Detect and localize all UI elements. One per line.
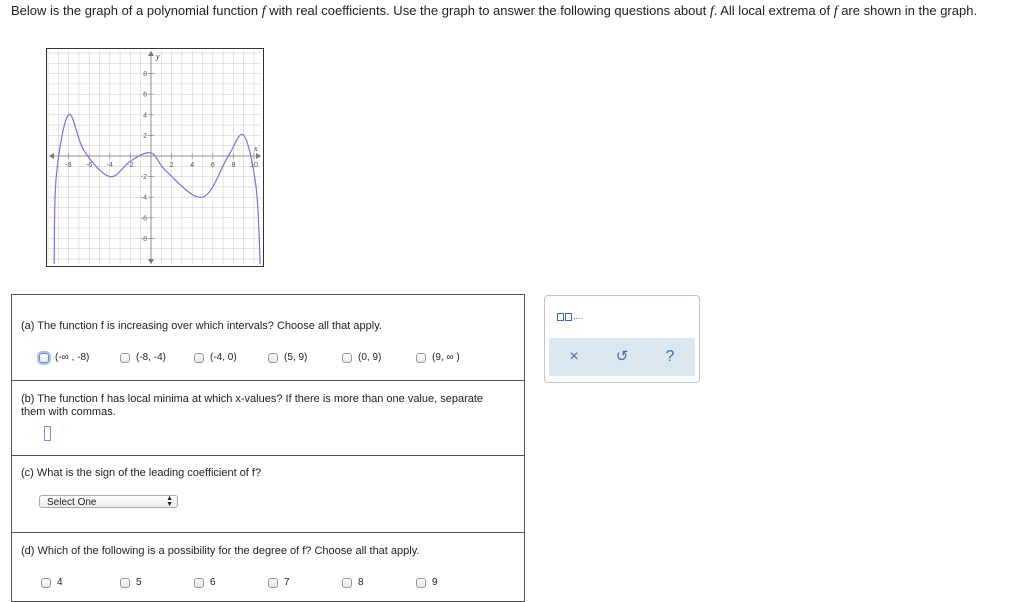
checkbox[interactable] [41, 577, 51, 588]
y-tick-label: -6 [141, 215, 147, 222]
clear-button[interactable]: × [559, 338, 589, 376]
x-axis-label: x [253, 144, 258, 153]
option-a-2[interactable]: (-8, -4) [120, 352, 166, 363]
sign-select[interactable]: Select One ▲ ▼ [39, 495, 178, 508]
option-d-1[interactable]: 4 [41, 577, 63, 588]
checkbox[interactable] [342, 352, 352, 363]
y-tick-label: -2 [141, 174, 147, 181]
checkbox[interactable] [39, 352, 49, 363]
option-a-4[interactable]: (5, 9) [268, 352, 307, 363]
question-c-text: (c) What is the sign of the leading coef… [21, 467, 262, 479]
option-d-2[interactable]: 5 [120, 577, 142, 588]
checkbox[interactable] [268, 577, 278, 588]
checkbox[interactable] [194, 577, 204, 588]
y-tick-label: 4 [143, 112, 147, 119]
checkbox[interactable] [120, 352, 130, 363]
option-label: (0, 9) [358, 352, 382, 363]
list-template-button[interactable]: ,... [557, 311, 583, 321]
option-label: 6 [210, 577, 216, 588]
answer-input[interactable] [44, 426, 51, 441]
polynomial-graph: -8 -6 -4 -2 2 4 6 8 108642-2-4-6-8 x y [46, 48, 264, 267]
answer-tools-panel: ,... × ↺ ? [544, 295, 700, 383]
option-d-3[interactable]: 6 [194, 577, 216, 588]
intro-part-4: are shown in the graph. [837, 3, 978, 18]
box-icon [565, 313, 572, 321]
option-label: 5 [136, 577, 142, 588]
option-d-6[interactable]: 9 [416, 577, 438, 588]
select-arrows-icon: ▲ ▼ [166, 495, 173, 508]
option-label: (9, ∞ ) [432, 352, 460, 363]
tool-bar: × ↺ ? [549, 338, 695, 376]
intro-part-1: Below is the graph of a polynomial funct… [11, 3, 262, 18]
select-value: Select One [47, 497, 97, 508]
checkbox[interactable] [268, 352, 278, 363]
option-label: 9 [432, 577, 438, 588]
ellipsis-text: ,... [573, 311, 584, 321]
x-tick-label: -4 [107, 162, 113, 169]
x-tick-label: -8 [65, 162, 71, 169]
option-a-1[interactable]: (-∞ , -8) [39, 352, 89, 363]
option-label: (-8, -4) [136, 352, 166, 363]
y-tick-label: 8 [143, 71, 147, 78]
intro-part-3: . All local extrema of [713, 3, 834, 18]
question-a-text: (a) The function f is increasing over wh… [21, 320, 382, 332]
option-label: 8 [358, 577, 364, 588]
y-axis-label: y [155, 52, 160, 61]
y-tick-label: 6 [143, 92, 147, 99]
x-tick-label: -6 [86, 162, 92, 169]
checkbox[interactable] [120, 577, 130, 588]
checkbox[interactable] [194, 352, 204, 363]
undo-button[interactable]: ↺ [607, 338, 637, 376]
question-d-text: (d) Which of the following is a possibil… [21, 545, 420, 557]
checkbox[interactable] [416, 577, 426, 588]
y-tick-label: -4 [141, 195, 147, 202]
box-icon [557, 313, 564, 321]
question-b: (b) The function f has local minima at w… [11, 380, 525, 455]
y-tick-label: 2 [143, 133, 147, 140]
x-tick-label: 10 [250, 162, 258, 169]
question-c: (c) What is the sign of the leading coef… [11, 455, 525, 533]
checkbox[interactable] [342, 577, 352, 588]
option-d-4[interactable]: 7 [268, 577, 290, 588]
option-a-3[interactable]: (-4, 0) [194, 352, 237, 363]
question-b-text: (b) The function f has local minima at w… [21, 393, 484, 418]
question-a: (a) The function f is increasing over wh… [11, 294, 525, 381]
option-label: (-4, 0) [210, 352, 237, 363]
help-button[interactable]: ? [655, 338, 685, 376]
option-d-5[interactable]: 8 [342, 577, 364, 588]
intro-text: Below is the graph of a polynomial funct… [11, 1, 1019, 21]
option-label: (5, 9) [284, 352, 308, 363]
checkbox[interactable] [416, 352, 426, 363]
y-tick-label: -8 [141, 236, 147, 243]
x-tick-label: 8 [231, 162, 235, 169]
option-label: 4 [57, 577, 63, 588]
intro-part-2: with real coefficients. Use the graph to… [265, 3, 710, 18]
option-a-5[interactable]: (0, 9) [342, 352, 381, 363]
question-d: (d) Which of the following is a possibil… [11, 532, 525, 602]
x-tick-label: 4 [190, 162, 194, 169]
x-tick-label: 2 [170, 162, 174, 169]
x-tick-label: 6 [211, 162, 215, 169]
option-label: (-∞ , -8) [55, 352, 90, 363]
option-a-6[interactable]: (9, ∞ ) [416, 352, 460, 363]
option-label: 7 [284, 577, 290, 588]
